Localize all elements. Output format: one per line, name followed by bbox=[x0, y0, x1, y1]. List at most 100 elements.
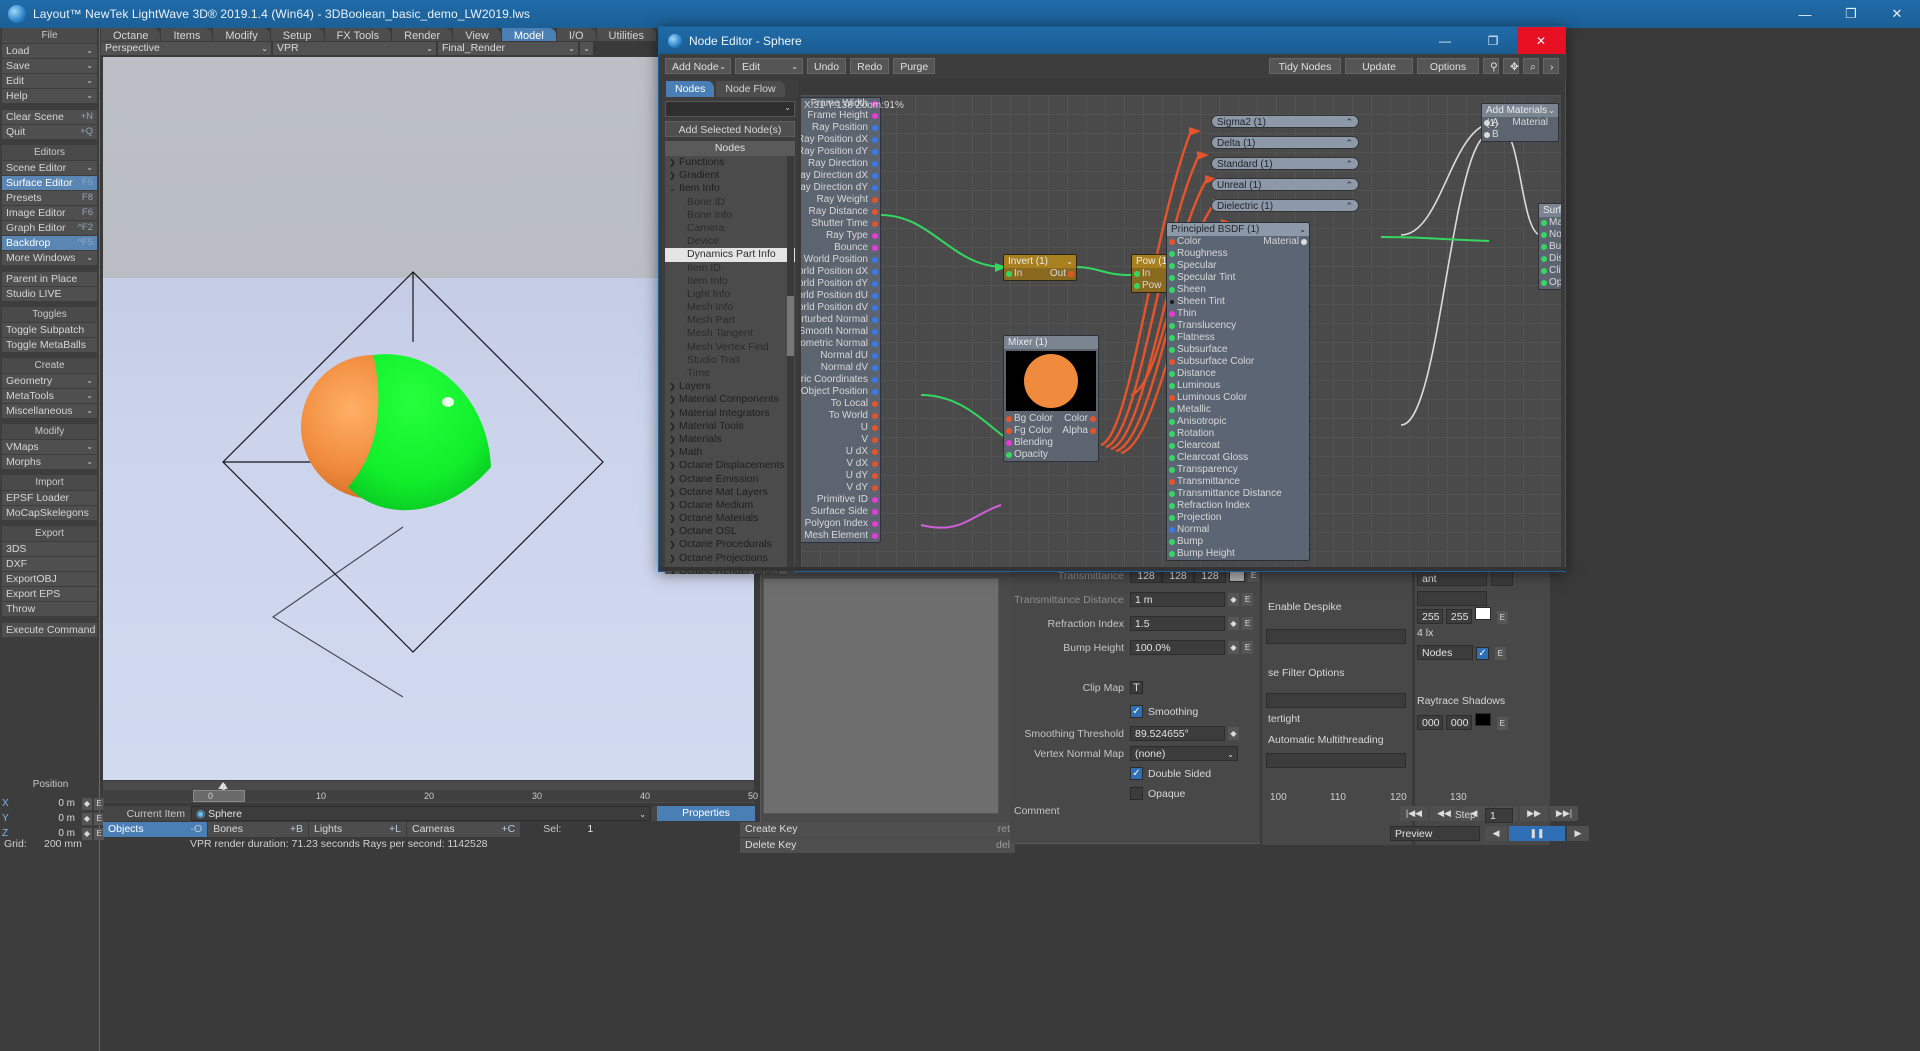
port-object-position[interactable]: Object Position bbox=[801, 386, 880, 398]
axis-value[interactable]: 0 m bbox=[40, 813, 75, 824]
port-rotation[interactable]: Rotation bbox=[1167, 428, 1309, 440]
sidebar-item-execute-command[interactable]: Execute Command bbox=[2, 623, 97, 637]
chevron-up-icon[interactable]: ⌃ bbox=[1345, 179, 1353, 192]
port-dot[interactable] bbox=[872, 533, 878, 539]
viewport-view-mode-select[interactable]: Perspective ⌄ bbox=[101, 42, 271, 55]
port-bump-height[interactable]: Bump Height bbox=[1167, 548, 1309, 560]
port-dot[interactable] bbox=[872, 125, 878, 131]
opaque-checkbox[interactable] bbox=[1130, 787, 1143, 800]
node-group-layers[interactable]: ❯ Layers bbox=[665, 380, 795, 393]
node-surface[interactable]: Surface ⌄ Material Normal Bump Displacem… bbox=[1538, 203, 1561, 290]
sidebar-item-parent-in-place[interactable]: Parent in Place bbox=[2, 272, 97, 286]
port-shutter-time[interactable]: Shutter Time bbox=[801, 218, 880, 230]
port-dot[interactable] bbox=[872, 185, 878, 191]
filter-select[interactable] bbox=[1266, 693, 1406, 708]
port-dot[interactable] bbox=[1169, 467, 1175, 473]
port-dot-pow[interactable] bbox=[1134, 283, 1140, 289]
node-add-materials[interactable]: Add Materials (1) ⌄ A Material B bbox=[1481, 103, 1559, 142]
port-dot[interactable] bbox=[872, 197, 878, 203]
delete-key-button[interactable]: Delete Key del bbox=[740, 838, 1015, 853]
port-anisotropic[interactable]: Anisotropic bbox=[1167, 416, 1309, 428]
port-transmittance[interactable]: Transmittance bbox=[1167, 476, 1309, 488]
port-normal-du[interactable]: Normal dU bbox=[801, 350, 880, 362]
port-dot-in[interactable] bbox=[1006, 440, 1012, 446]
port-smooth-normal[interactable]: Smooth Normal bbox=[801, 326, 880, 338]
chevron-up-icon[interactable]: ⌃ bbox=[1345, 116, 1353, 129]
smoothing-checkbox[interactable]: ✓ bbox=[1130, 705, 1143, 718]
ant-select[interactable] bbox=[1417, 591, 1487, 606]
preview-select[interactable]: Preview bbox=[1390, 826, 1480, 841]
node-item-studio-trait[interactable]: Studio Trait bbox=[665, 354, 795, 367]
port-dot[interactable] bbox=[1169, 335, 1175, 341]
port-dot-in[interactable] bbox=[1134, 271, 1140, 277]
viewport-extra-button[interactable]: ⌄ bbox=[580, 42, 593, 55]
port-dot[interactable] bbox=[872, 221, 878, 227]
rgb-r[interactable]: 255 bbox=[1417, 609, 1443, 624]
port-transparency[interactable]: Transparency bbox=[1167, 464, 1309, 476]
port-transmittance-distance[interactable]: Transmittance Distance bbox=[1167, 488, 1309, 500]
objectbar-objects[interactable]: Objects -O bbox=[103, 822, 208, 837]
port-world-position-dv[interactable]: World Position dV bbox=[801, 302, 880, 314]
scrollbar-thumb[interactable] bbox=[787, 296, 794, 356]
port-dot[interactable] bbox=[1169, 263, 1175, 269]
sidebar-item-more-windows[interactable]: More Windows ⌄ bbox=[2, 251, 97, 265]
port-dot[interactable] bbox=[872, 365, 878, 371]
port-subsurface[interactable]: Subsurface bbox=[1167, 344, 1309, 356]
port-dot[interactable] bbox=[1169, 419, 1175, 425]
node-spot-info[interactable]: Frame Width Frame Height Ray Position Ra… bbox=[801, 97, 881, 543]
node-library-list[interactable]: ❯ Functions ❯ Gradient ⌄ Item Info Bone ID Bo… bbox=[665, 156, 795, 574]
add-node-button[interactable]: Add Node ⌄ bbox=[665, 58, 731, 74]
port-dot[interactable] bbox=[1169, 395, 1175, 401]
current-item-select[interactable]: ◉ Sphere ⌄ bbox=[191, 806, 651, 821]
chevron-up-icon[interactable]: ⌃ bbox=[1345, 158, 1353, 171]
transport-button-5[interactable]: ▶▶| bbox=[1550, 806, 1578, 821]
sidebar-item-save[interactable]: Save ⌄ bbox=[2, 59, 97, 73]
prev-frame-button[interactable]: ◀ bbox=[1485, 826, 1507, 841]
port-v-dx[interactable]: V dX bbox=[801, 458, 880, 470]
port-dot-out[interactable] bbox=[1090, 428, 1096, 434]
shadow-val-2[interactable]: 000 bbox=[1445, 715, 1472, 730]
port-dot[interactable] bbox=[872, 329, 878, 335]
port-dot[interactable] bbox=[872, 509, 878, 515]
double-sided-checkbox[interactable]: ✓ bbox=[1130, 767, 1143, 780]
port-distance[interactable]: Distance bbox=[1167, 368, 1309, 380]
vpr-render-viewport[interactable] bbox=[103, 57, 754, 780]
nodes-checkbox[interactable]: ✓ bbox=[1475, 647, 1489, 660]
port-bounce[interactable]: Bounce bbox=[801, 242, 880, 254]
port-dot[interactable] bbox=[1169, 479, 1175, 485]
node-group-octane-materials[interactable]: ❯ Octane Materials bbox=[665, 512, 795, 525]
sidebar-item-mocapskelegons[interactable]: MoCapSkelegons bbox=[2, 506, 97, 520]
port-roughness[interactable]: Roughness bbox=[1167, 248, 1309, 260]
port-dot[interactable] bbox=[872, 137, 878, 143]
port-invert-in-out[interactable]: In Out bbox=[1004, 268, 1076, 280]
transport-button-1[interactable]: ◀◀ bbox=[1430, 806, 1458, 821]
port-dot[interactable] bbox=[872, 209, 878, 215]
port-dot[interactable] bbox=[1484, 132, 1490, 138]
node-group-octane-medium[interactable]: ❯ Octane Medium bbox=[665, 499, 795, 512]
port-dot-in[interactable] bbox=[1006, 416, 1012, 422]
transport-button-0[interactable]: |◀◀ bbox=[1400, 806, 1428, 821]
sidebar-item-geometry[interactable]: Geometry ⌄ bbox=[2, 374, 97, 388]
port-ray-type[interactable]: Ray Type bbox=[801, 230, 880, 242]
prop-value[interactable]: 100.0% bbox=[1130, 640, 1225, 655]
ant-step[interactable] bbox=[1491, 571, 1513, 586]
node-principled-bsdf[interactable]: Principled BSDF (1) ⌄ Color Material Roug… bbox=[1166, 222, 1310, 561]
shadow-e-button[interactable]: E bbox=[1496, 717, 1508, 730]
sidebar-item-surface-editor[interactable]: Surface Editor F5 bbox=[2, 176, 97, 190]
sidebar-item-vmaps[interactable]: VMaps ⌄ bbox=[2, 440, 97, 454]
undo-button[interactable]: Undo bbox=[807, 58, 847, 74]
port-clearcoat[interactable]: Clearcoat bbox=[1167, 440, 1309, 452]
port-dot[interactable] bbox=[1541, 280, 1547, 286]
transport-button-4[interactable]: ▶▶ bbox=[1520, 806, 1548, 821]
port-translucency[interactable]: Translucency bbox=[1167, 320, 1309, 332]
port-dot[interactable] bbox=[1541, 256, 1547, 262]
port-dot[interactable] bbox=[872, 161, 878, 167]
port-dot[interactable] bbox=[872, 233, 878, 239]
port-world-position-dy[interactable]: World Position dY bbox=[801, 278, 880, 290]
port-dot[interactable] bbox=[872, 413, 878, 419]
node-item-mesh-tangent[interactable]: Mesh Tangent bbox=[665, 327, 795, 340]
port-dot[interactable] bbox=[872, 149, 878, 155]
node-item-bone-info[interactable]: Bone Info bbox=[665, 209, 795, 222]
node-group-octane-osl[interactable]: ❯ Octane OSL bbox=[665, 525, 795, 538]
port-dot[interactable] bbox=[1541, 232, 1547, 238]
